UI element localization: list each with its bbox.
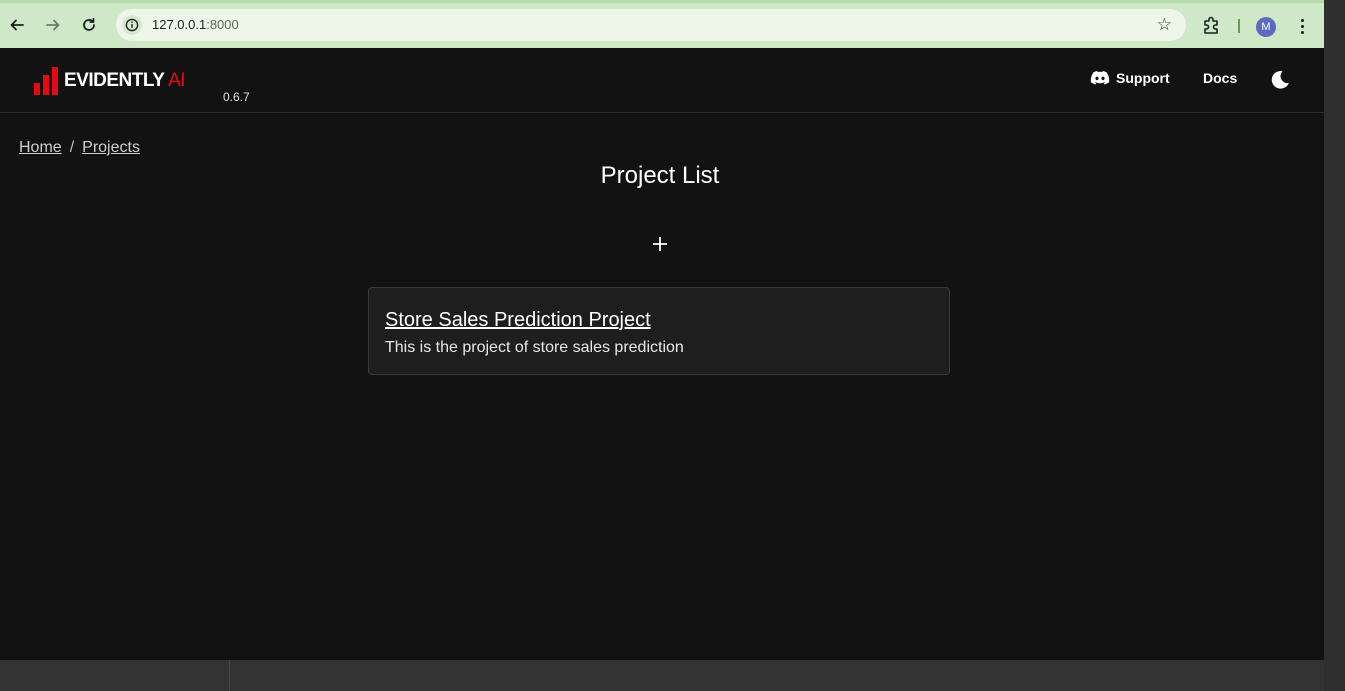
browser-window: 127.0.0.1:8000 ☆ M EVIDENTLY AI 0.6.7 Su…	[0, 0, 1324, 660]
theme-toggle-button[interactable]	[1268, 68, 1292, 92]
reload-icon	[83, 17, 95, 31]
taskbar-divider	[229, 660, 230, 691]
profile-avatar[interactable]: M	[1256, 17, 1276, 37]
forward-button[interactable]	[40, 12, 66, 38]
dot	[1300, 24, 1304, 28]
breadcrumb-projects[interactable]: Projects	[82, 139, 140, 156]
project-name-link[interactable]: Store Sales Prediction Project	[385, 309, 651, 332]
extensions-button[interactable]	[1200, 13, 1224, 37]
project-description: This is the project of store sales predi…	[385, 339, 684, 356]
breadcrumb-separator: /	[69, 139, 75, 156]
arrow-right-icon	[46, 19, 60, 31]
logo-bars-icon	[34, 67, 58, 95]
dot	[1300, 18, 1304, 22]
page-title: Project List	[600, 162, 720, 189]
app-header: EVIDENTLY AI 0.6.7 Support Docs	[0, 48, 1324, 113]
version-label: 0.6.7	[223, 90, 250, 104]
breadcrumb-home[interactable]: Home	[19, 139, 62, 156]
desktop-background-bottom	[0, 660, 1324, 691]
reload-button[interactable]	[76, 12, 102, 38]
support-link[interactable]: Support	[1090, 70, 1170, 86]
browser-menu-button[interactable]	[1293, 15, 1311, 37]
docs-label: Docs	[1203, 70, 1238, 86]
discord-icon	[1090, 71, 1110, 85]
logo-text: EVIDENTLY AI	[64, 70, 186, 91]
docs-link[interactable]: Docs	[1203, 70, 1237, 86]
plus-icon	[653, 237, 667, 251]
toolbar-separator	[1238, 19, 1240, 33]
site-info-button[interactable]	[122, 15, 142, 35]
url-port: :8000	[206, 17, 239, 32]
bookmark-star-icon[interactable]: ☆	[1157, 15, 1172, 35]
breadcrumb: Home / Projects	[19, 139, 140, 157]
url-text: 127.0.0.1:8000	[152, 17, 239, 32]
arrow-left-icon	[10, 19, 24, 31]
browser-toolbar: 127.0.0.1:8000 ☆ M	[0, 0, 1324, 48]
evidently-logo[interactable]: EVIDENTLY AI	[34, 65, 186, 95]
support-label: Support	[1116, 70, 1170, 86]
project-card[interactable]: Store Sales Prediction Project This is t…	[368, 287, 950, 375]
address-bar[interactable]: 127.0.0.1:8000 ☆	[116, 9, 1186, 41]
moon-icon	[1271, 70, 1289, 89]
back-button[interactable]	[4, 12, 30, 38]
dot	[1300, 30, 1304, 34]
url-host: 127.0.0.1	[152, 17, 207, 32]
desktop-background-right	[1324, 0, 1345, 691]
add-project-button[interactable]	[646, 230, 674, 258]
info-icon	[125, 18, 139, 32]
puzzle-icon	[1204, 16, 1218, 34]
